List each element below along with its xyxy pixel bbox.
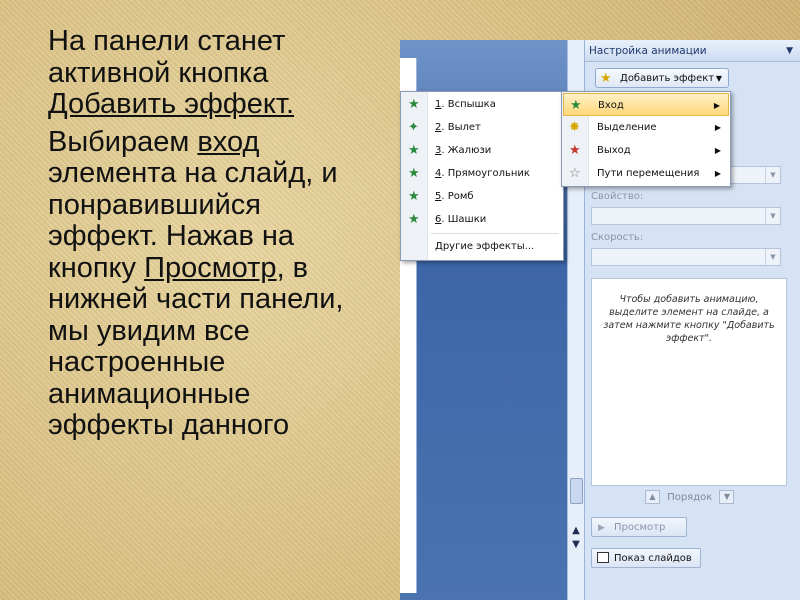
effect-label: . Вспышка bbox=[441, 99, 496, 110]
add-effect-star-icon: ★ bbox=[600, 71, 612, 86]
menu-item-emphasis[interactable]: ✸ Выделение ▶ bbox=[563, 116, 729, 139]
scrollbar-thumb[interactable] bbox=[570, 478, 583, 504]
speed-label: Скорость: bbox=[591, 232, 644, 243]
text-line: На панели станет bbox=[48, 25, 286, 57]
box-effect-icon: ★ bbox=[408, 166, 420, 181]
motion-path-star-icon: ☆ bbox=[569, 166, 581, 181]
effect-item-blinds[interactable]: ★ 3. Жалюзи bbox=[401, 139, 563, 162]
paragraph-2: Выбираем вход элемента на слайд, и понра… bbox=[48, 125, 378, 442]
add-effect-label: Добавить эффект bbox=[620, 73, 715, 84]
effect-item-checkerboard[interactable]: ★ 6. Шашки bbox=[401, 208, 563, 231]
submenu-arrow-icon: ▶ bbox=[714, 169, 721, 178]
menu-item-motion-paths[interactable]: ☆ Пути перемещения ▶ bbox=[563, 162, 729, 185]
slide-text: На панели станет активной кнопка Добавит… bbox=[48, 25, 378, 448]
diamond-effect-icon: ★ bbox=[408, 189, 420, 204]
menu-item-exit[interactable]: ★ Выход ▶ bbox=[563, 139, 729, 162]
menu-item-entrance[interactable]: ★ Вход ▶ bbox=[563, 93, 729, 116]
preview-label: Просмотр bbox=[614, 522, 666, 533]
submenu-arrow-icon: ▶ bbox=[714, 146, 721, 155]
scroll-down-icon[interactable]: ▼ bbox=[569, 538, 583, 552]
reorder-controls: ▲ Порядок ▼ bbox=[645, 490, 735, 504]
property-label: Свойство: bbox=[591, 191, 644, 202]
animation-list[interactable]: Чтобы добавить анимацию, выделите элемен… bbox=[591, 278, 787, 486]
animation-hint: Чтобы добавить анимацию, выделите элемен… bbox=[603, 294, 775, 344]
preview-button[interactable]: ▶ Просмотр bbox=[591, 517, 687, 537]
move-up-icon[interactable]: ▲ bbox=[645, 490, 660, 504]
more-effects-item[interactable]: Другие эффекты... bbox=[401, 235, 563, 258]
entrance-term: вход bbox=[197, 125, 260, 158]
effect-label: . Жалюзи bbox=[441, 145, 492, 156]
fly-in-effect-icon: ✦ bbox=[408, 120, 419, 135]
text-part: Выбираем bbox=[48, 125, 198, 158]
effect-item-box[interactable]: ★ 4. Прямоугольник bbox=[401, 162, 563, 185]
play-icon: ▶ bbox=[598, 523, 605, 533]
exit-star-icon: ★ bbox=[569, 143, 581, 158]
effect-item-diamond[interactable]: ★ 5. Ромб bbox=[401, 185, 563, 208]
effect-label: . Вылет bbox=[441, 122, 481, 133]
submenu-arrow-icon: ▶ bbox=[714, 123, 721, 132]
panel-title: Настройка анимации ▼ bbox=[585, 40, 800, 62]
paragraph-1: На панели станет активной кнопка Добавит… bbox=[48, 25, 378, 121]
scroll-up-icon[interactable]: ▲ bbox=[569, 524, 583, 538]
submenu-arrow-icon: ▶ bbox=[713, 101, 720, 110]
preview-term: Просмотр bbox=[144, 251, 277, 284]
effect-label: . Прямоугольник bbox=[441, 168, 530, 179]
entrance-effects-menu: ★ 1. Вспышка ✦ 2. Вылет ★ 3. Жалюзи ★ 4.… bbox=[400, 91, 564, 261]
add-effect-term: Добавить эффект. bbox=[48, 88, 295, 120]
property-dropdown[interactable]: ▼ bbox=[591, 207, 781, 225]
panel-menu-icon[interactable]: ▼ bbox=[786, 40, 793, 62]
menu-item-label: Пути перемещения bbox=[597, 168, 700, 179]
blinds-effect-icon: ★ bbox=[408, 143, 420, 158]
effect-label: . Шашки bbox=[441, 214, 487, 225]
add-effect-category-menu: ★ Вход ▶ ✸ Выделение ▶ ★ Выход ▶ ☆ Пути … bbox=[561, 91, 731, 187]
chevron-down-icon: ▼ bbox=[765, 208, 780, 224]
slideshow-icon bbox=[597, 552, 609, 563]
menu-separator bbox=[431, 233, 559, 234]
slideshow-button[interactable]: Показ слайдов bbox=[591, 548, 701, 568]
entrance-effect-icon: ★ bbox=[408, 97, 420, 112]
more-effects-label: Другие эффекты... bbox=[435, 241, 535, 252]
chevron-down-icon: ▼ bbox=[765, 167, 780, 183]
text-line: активной кнопка bbox=[48, 56, 269, 89]
speed-dropdown[interactable]: ▼ bbox=[591, 248, 781, 266]
checkerboard-effect-icon: ★ bbox=[408, 212, 420, 227]
chevron-down-icon: ▼ bbox=[715, 74, 722, 83]
effect-item-flash[interactable]: ★ 1. Вспышка bbox=[401, 93, 563, 116]
panel-title-text: Настройка анимации bbox=[589, 45, 707, 57]
menu-item-label: Вход bbox=[598, 100, 624, 111]
emphasis-star-icon: ✸ bbox=[569, 120, 580, 135]
order-label: Порядок bbox=[667, 492, 713, 503]
add-effect-button[interactable]: ★ Добавить эффект ▼ bbox=[595, 68, 729, 88]
menu-item-label: Выход bbox=[597, 145, 631, 156]
chevron-down-icon: ▼ bbox=[765, 249, 780, 265]
effect-label: . Ромб bbox=[441, 191, 474, 202]
effect-item-fly-in[interactable]: ✦ 2. Вылет bbox=[401, 116, 563, 139]
move-down-icon[interactable]: ▼ bbox=[719, 490, 735, 504]
slideshow-label: Показ слайдов bbox=[614, 553, 692, 564]
menu-item-label: Выделение bbox=[597, 122, 657, 133]
entrance-star-icon: ★ bbox=[570, 98, 582, 113]
